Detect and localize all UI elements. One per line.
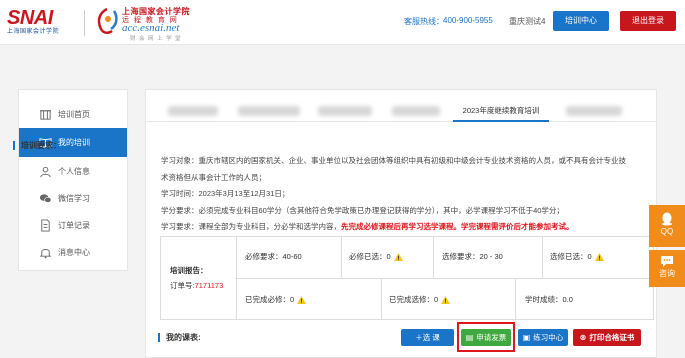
required-selected: 必修已选：0 (349, 251, 403, 262)
order-number: 订单号:7171173 (170, 280, 223, 291)
sidebar-item-label: 消息中心 (58, 248, 90, 257)
chat-icon (661, 256, 673, 267)
required-completed-text: 已完成必修：0 (245, 295, 295, 304)
tab-blurred[interactable] (238, 106, 300, 116)
order-number-value: 7171173 (194, 281, 224, 290)
requirements-title: 培训要求： (13, 141, 61, 150)
logo-divider (84, 10, 85, 36)
sidebar-item-home[interactable]: 培训首页 (19, 100, 127, 129)
row-divider (237, 278, 654, 279)
tab-blurred[interactable] (566, 106, 622, 116)
hotline-number: 400-900-5955 (443, 16, 493, 25)
tab-blurred[interactable] (392, 106, 440, 116)
snai-logo-text: SNAI (7, 7, 53, 29)
invoice-highlight-box (457, 322, 515, 352)
select-course-button[interactable]: ＋选 课 (401, 329, 454, 346)
acc-logo-line3: acc.esnai.net (122, 22, 180, 34)
order-label: 订单号: (170, 281, 195, 290)
wechat-icon (38, 192, 52, 206)
practice-center-button[interactable]: ▣ 练习中心 (518, 329, 568, 346)
sidebar-item-wechat[interactable]: 微信学习 (19, 184, 127, 213)
snai-logo-subtitle: 上海国家会计学院 (7, 28, 60, 35)
courses-title: 我的课表: (158, 333, 201, 342)
warning-icon (594, 252, 604, 261)
requirements-study: 学习要求：课程全部为专业科目，分必学和选学内容，先完成必修课程后再学习选学课程。… (161, 222, 574, 232)
training-report: 培训报告： 订单号:7171173 必修要求：40-60 必修已选：0 选修要求… (160, 236, 654, 320)
practice-icon: ▣ (522, 333, 531, 342)
col-divider (381, 278, 382, 319)
header: SNAI 上海国家会计学院 上海国家会计学院 远 程 教 育 网 acc.esn… (0, 0, 685, 45)
score: 学时成绩：0.0 (525, 295, 573, 304)
acc-logo-mark-icon (97, 7, 118, 34)
logout-button[interactable]: 退出登录 (620, 11, 676, 31)
requirements-object-line1: 学习对象：重庆市辖区内的国家机关、企业、事业单位以及社会团体等组织中具有初级和中… (161, 156, 626, 165)
warning-icon (441, 295, 451, 304)
sidebar-item-personal-info[interactable]: 个人信息 (19, 157, 127, 186)
acc-logo-line4: 财 会 网 上 学 堂 (130, 36, 182, 42)
consult-float-button[interactable]: 咨询 (649, 250, 685, 287)
consult-label: 咨询 (659, 269, 675, 278)
sidebar-item-label: 订单记录 (58, 221, 90, 230)
col-divider (341, 237, 342, 278)
warning-icon (297, 295, 307, 304)
practice-center-label: 练习中心 (533, 333, 564, 342)
sidebar-item-label: 微信学习 (58, 194, 90, 203)
col-divider (433, 237, 434, 278)
acc-logo[interactable]: 上海国家会计学院 远 程 教 育 网 acc.esnai.net 财 会 网 上… (94, 6, 204, 42)
home-icon (38, 108, 52, 122)
document-icon (38, 219, 52, 233)
bell-icon (38, 246, 52, 260)
training-tabs: 2023年度继续教育培训 (146, 102, 656, 122)
elective-selected-text: 选修已选：0 (550, 252, 592, 261)
elective-completed-text: 已完成选修：0 (389, 295, 439, 304)
required-selected-text: 必修已选：0 (349, 252, 391, 261)
print-certificate-button[interactable]: ⊗ 打印合格证书 (573, 329, 641, 346)
required-requirement: 必修要求：40-60 (245, 252, 302, 261)
required-completed: 已完成必修：0 (245, 294, 307, 305)
warning-icon (393, 252, 403, 261)
print-certificate-label: 打印合格证书 (589, 333, 635, 342)
sidebar-item-label: 培训首页 (58, 110, 90, 119)
hotline-label: 客服热线： (404, 17, 444, 26)
person-icon (38, 165, 52, 179)
col-divider (515, 278, 516, 319)
tab-blurred[interactable] (168, 106, 218, 116)
sidebar-item-label: 个人信息 (58, 167, 90, 176)
report-left: 培训报告： 订单号:7171173 (161, 237, 237, 319)
tab-blurred[interactable] (318, 106, 372, 116)
sidebar: 培训首页 我的培训 个人信息 微信学习 订单记录 消息中心 (18, 89, 128, 271)
requirements-study-prefix: 学习要求：课程全部为专业科目，分必学和选学内容， (161, 222, 341, 231)
qq-label: QQ (660, 227, 674, 236)
training-center-button[interactable]: 培训中心 (553, 11, 609, 31)
sidebar-item-messages[interactable]: 消息中心 (19, 238, 127, 267)
tab-2023-training[interactable]: 2023年度继续教育培训 (453, 102, 549, 122)
elective-completed: 已完成选修：0 (389, 294, 451, 305)
requirements-object-line2: 术资格但从事会计工作的人员； (161, 173, 266, 182)
col-divider (542, 237, 543, 278)
requirements-credit: 学分要求：必须完成专业科目60学分（含其他符合免学政策已办理登记获得的学分），其… (161, 206, 564, 215)
elective-selected: 选修已选：0 (550, 251, 604, 262)
print-icon: ⊗ (579, 333, 587, 342)
elective-requirement: 选修要求：20 - 30 (442, 252, 503, 261)
user-name: 重庆测试4 (509, 17, 546, 26)
qq-icon (662, 212, 672, 226)
requirements-study-emphasis: 先完成必修课程后再学习选学课程。学完课程需评价后才能参加考试。 (341, 222, 574, 231)
requirements-time: 学习时间：2023年3月13至12月31日； (161, 189, 290, 198)
sidebar-item-label: 我的培训 (58, 138, 90, 147)
snai-logo[interactable]: SNAI 上海国家会计学院 (7, 8, 75, 38)
sidebar-item-orders[interactable]: 订单记录 (19, 211, 127, 240)
report-label: 培训报告： (170, 266, 208, 275)
qq-float-button[interactable]: QQ (649, 205, 685, 247)
